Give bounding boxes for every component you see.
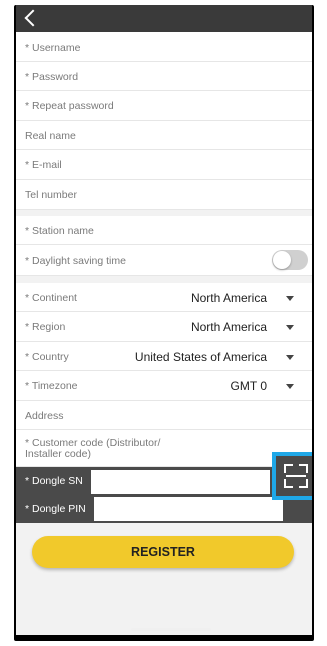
- scan-corner-bl: [284, 479, 293, 488]
- password-placeholder: * Password: [25, 71, 79, 83]
- phone-frame: * Username * Password * Repeat password …: [14, 5, 314, 641]
- address-placeholder: Address: [25, 410, 64, 422]
- username-placeholder: * Username: [25, 42, 81, 54]
- country-select[interactable]: * Country United States of America: [16, 342, 312, 371]
- customer-code-field[interactable]: * Customer code (Distributor/ Installer …: [16, 430, 312, 467]
- daylight-saving-toggle[interactable]: [272, 250, 308, 270]
- dongle-sn-input[interactable]: [91, 470, 270, 494]
- scan-corner-tl: [284, 464, 293, 473]
- repeat-password-field[interactable]: * Repeat password: [16, 91, 312, 121]
- real-name-placeholder: Real name: [25, 130, 76, 142]
- country-label: * Country: [25, 351, 69, 363]
- home-indicator[interactable]: [131, 628, 211, 631]
- region-label: * Region: [25, 321, 66, 333]
- continent-select[interactable]: * Continent North America: [16, 283, 312, 312]
- dongle-sn-label: * Dongle SN: [25, 475, 83, 487]
- daylight-saving-row: * Daylight saving time: [16, 245, 312, 276]
- customer-code-placeholder-line2: Installer code): [25, 448, 91, 460]
- caret-down-icon: [286, 355, 294, 360]
- timezone-select[interactable]: * Timezone GMT 0: [16, 371, 312, 401]
- region-value: North America: [190, 320, 267, 334]
- station-name-placeholder: * Station name: [25, 225, 94, 237]
- country-value: United States of America: [134, 350, 267, 364]
- chevron-left-icon[interactable]: [24, 9, 42, 27]
- scan-corner-tr: [299, 464, 308, 473]
- password-field[interactable]: * Password: [16, 62, 312, 91]
- continent-value: North America: [190, 291, 267, 305]
- dongle-sn-row: * Dongle SN: [16, 467, 312, 495]
- scan-frame-icon: [284, 464, 308, 488]
- dongle-pin-label: * Dongle PIN: [25, 503, 86, 515]
- repeat-password-placeholder: * Repeat password: [25, 100, 114, 112]
- region-select[interactable]: * Region North America: [16, 312, 312, 342]
- scan-corner-br: [299, 479, 308, 488]
- username-field[interactable]: * Username: [16, 32, 312, 62]
- caret-down-icon: [286, 296, 294, 301]
- scan-line: [286, 475, 306, 477]
- dongle-pin-row: * Dongle PIN: [16, 495, 312, 523]
- caret-down-icon: [286, 384, 294, 389]
- dongle-pin-input[interactable]: [94, 497, 283, 521]
- daylight-saving-label: * Daylight saving time: [25, 255, 126, 267]
- top-bar: [16, 5, 312, 32]
- scan-highlight[interactable]: [272, 452, 312, 500]
- screen: * Username * Password * Repeat password …: [16, 5, 312, 635]
- timezone-label: * Timezone: [25, 380, 78, 392]
- tel-field[interactable]: Tel number: [16, 180, 312, 210]
- address-field[interactable]: Address: [16, 401, 312, 430]
- email-placeholder: * E-mail: [25, 159, 62, 171]
- email-field[interactable]: * E-mail: [16, 150, 312, 180]
- tel-placeholder: Tel number: [25, 189, 77, 201]
- register-button[interactable]: REGISTER: [32, 536, 294, 568]
- continent-label: * Continent: [25, 292, 77, 304]
- real-name-field[interactable]: Real name: [16, 121, 312, 150]
- station-name-field[interactable]: * Station name: [16, 216, 312, 245]
- timezone-value: GMT 0: [230, 379, 267, 393]
- toggle-knob: [273, 251, 291, 269]
- caret-down-icon: [286, 325, 294, 330]
